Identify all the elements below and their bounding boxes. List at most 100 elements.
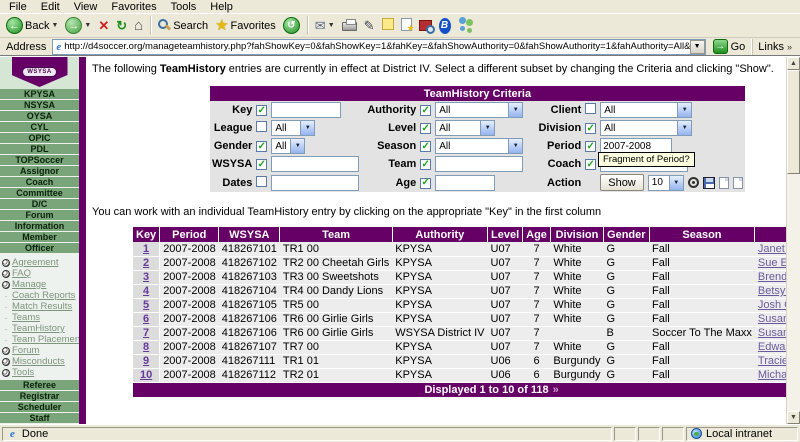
page-size-select[interactable]: 10▼ bbox=[648, 175, 684, 191]
record-icon[interactable] bbox=[688, 177, 699, 188]
sidebar-item-pdl[interactable]: PDL bbox=[0, 144, 79, 154]
link-team-placement[interactable]: Team Placement bbox=[12, 334, 83, 345]
sidebar-item-forum[interactable]: Forum bbox=[0, 210, 79, 220]
authority-checkbox[interactable]: ✓ bbox=[420, 105, 431, 116]
link-teams[interactable]: Teams bbox=[12, 312, 40, 323]
vertical-scrollbar[interactable]: ▲ ▼ bbox=[786, 57, 800, 424]
link-agreement[interactable]: Agreement bbox=[12, 257, 58, 268]
coach-link[interactable]: Brenda Tyner bbox=[758, 271, 786, 283]
refresh-button[interactable]: ↻ bbox=[113, 15, 130, 37]
discuss-button[interactable] bbox=[379, 15, 397, 37]
wsysa-input[interactable] bbox=[271, 156, 359, 172]
menu-favorites[interactable]: Favorites bbox=[104, 1, 163, 13]
authority-select[interactable]: All▼ bbox=[435, 102, 523, 118]
messenger-button[interactable] bbox=[455, 15, 478, 37]
sidebar-item-scheduler[interactable]: Scheduler bbox=[0, 402, 79, 412]
sidebar-item-officer[interactable]: Officer bbox=[0, 243, 79, 253]
coach-link[interactable]: Janet Ring bbox=[758, 243, 786, 255]
scroll-up-button[interactable]: ▲ bbox=[787, 57, 800, 70]
sidebar-item-committee[interactable]: Committee bbox=[0, 188, 79, 198]
coach-link[interactable]: Edward A Duarte bbox=[758, 341, 786, 353]
league-checkbox[interactable] bbox=[256, 121, 267, 132]
back-button[interactable]: ←Back▼ bbox=[3, 15, 61, 37]
division-select[interactable]: All▼ bbox=[600, 120, 692, 136]
coach-link[interactable]: Josh Chaffee bbox=[758, 299, 786, 311]
home-button[interactable]: ⌂ bbox=[131, 15, 146, 37]
age-checkbox[interactable]: ✓ bbox=[420, 178, 431, 189]
sidebar-item-coach[interactable]: Coach bbox=[0, 177, 79, 187]
print-button[interactable] bbox=[339, 15, 360, 37]
links-button[interactable]: Links » bbox=[752, 39, 797, 55]
messenger-star-button[interactable] bbox=[398, 15, 415, 37]
sidebar-item-opic[interactable]: OPIC bbox=[0, 133, 79, 143]
key-link[interactable]: 4 bbox=[143, 285, 149, 297]
age-input[interactable] bbox=[435, 175, 495, 191]
coach-link[interactable]: Susanne M McGill bbox=[758, 327, 786, 339]
key-link[interactable]: 8 bbox=[143, 341, 149, 353]
link-forum[interactable]: Forum bbox=[12, 345, 39, 356]
coach-link[interactable]: Tracie Lynn Barry bbox=[758, 355, 786, 367]
division-checkbox[interactable]: ✓ bbox=[585, 123, 596, 134]
sidebar-item-topsoccer[interactable]: TOPSoccer bbox=[0, 155, 79, 165]
key-link[interactable]: 2 bbox=[143, 257, 149, 269]
link-teamhistory[interactable]: TeamHistory bbox=[12, 323, 65, 334]
export-icon[interactable] bbox=[719, 177, 729, 189]
coach-link[interactable]: Sue Erickson bbox=[758, 257, 786, 269]
key-link[interactable]: 6 bbox=[143, 313, 149, 325]
show-button[interactable]: Show bbox=[600, 174, 644, 191]
dates-checkbox[interactable] bbox=[256, 176, 267, 187]
season-checkbox[interactable]: ✓ bbox=[420, 141, 431, 152]
link-misconducts[interactable]: Misconducts bbox=[12, 356, 65, 367]
go-button[interactable]: → Go bbox=[709, 39, 750, 54]
history-button[interactable]: ↺ bbox=[280, 15, 303, 37]
team-input[interactable] bbox=[435, 156, 523, 172]
link-tools[interactable]: Tools bbox=[12, 367, 34, 378]
coach-checkbox[interactable]: ✓ bbox=[585, 159, 596, 170]
sidebar-item-staff[interactable]: Staff bbox=[0, 413, 79, 423]
save-icon[interactable] bbox=[703, 177, 715, 189]
coach-link[interactable]: Betsy Bohlmann bbox=[758, 285, 786, 297]
link-manage[interactable]: Manage bbox=[12, 279, 46, 290]
menu-edit[interactable]: Edit bbox=[34, 1, 67, 13]
coach-link[interactable]: Michael K DeLay bbox=[758, 369, 786, 381]
sidebar-item-oysa[interactable]: OYSA bbox=[0, 111, 79, 121]
menu-view[interactable]: View bbox=[67, 1, 105, 13]
team-checkbox[interactable]: ✓ bbox=[420, 159, 431, 170]
key-link[interactable]: 1 bbox=[143, 243, 149, 255]
gender-checkbox[interactable]: ✓ bbox=[256, 141, 267, 152]
scrollbar-thumb[interactable] bbox=[787, 70, 800, 174]
favorites-button[interactable]: ★Favorites bbox=[212, 15, 279, 37]
gender-select[interactable]: All▼ bbox=[271, 138, 305, 154]
menu-help[interactable]: Help bbox=[203, 1, 240, 13]
dates-input[interactable] bbox=[271, 175, 359, 191]
client-checkbox[interactable] bbox=[585, 103, 596, 114]
key-link[interactable]: 10 bbox=[140, 369, 152, 381]
forward-button[interactable]: →▼ bbox=[62, 15, 94, 37]
sidebar-item-referee[interactable]: Referee bbox=[0, 380, 79, 390]
coach-link[interactable]: Susanne M McGill bbox=[758, 313, 786, 325]
report-icon[interactable] bbox=[733, 177, 743, 189]
period-checkbox[interactable]: ✓ bbox=[585, 141, 596, 152]
next-page-icon[interactable]: » bbox=[553, 384, 559, 396]
link-coach-reports[interactable]: Coach Reports bbox=[12, 290, 75, 301]
link-match-results[interactable]: Match Results bbox=[12, 301, 72, 312]
sidebar-item-registrar[interactable]: Registrar bbox=[0, 391, 79, 401]
key-link[interactable]: 5 bbox=[143, 299, 149, 311]
link-faq[interactable]: FAQ bbox=[12, 268, 31, 279]
address-input[interactable] bbox=[64, 41, 689, 53]
mail-button[interactable]: ✉▼ bbox=[312, 15, 338, 37]
stop-button[interactable]: ✕ bbox=[95, 15, 112, 37]
level-select[interactable]: All▼ bbox=[435, 120, 495, 136]
sidebar-item-d-c[interactable]: D/C bbox=[0, 199, 79, 209]
search-button[interactable]: Search bbox=[155, 15, 211, 37]
season-select[interactable]: All▼ bbox=[435, 138, 523, 154]
address-dropdown-button[interactable]: ▼ bbox=[690, 40, 705, 54]
key-link[interactable]: 7 bbox=[143, 327, 149, 339]
client-select[interactable]: All▼ bbox=[600, 102, 692, 118]
menu-tools[interactable]: Tools bbox=[164, 1, 204, 13]
research-button[interactable] bbox=[416, 15, 435, 37]
bluetooth-button[interactable]: B bbox=[436, 15, 454, 37]
sidebar-item-member[interactable]: Member bbox=[0, 232, 79, 242]
key-checkbox[interactable]: ✓ bbox=[256, 105, 267, 116]
level-checkbox[interactable]: ✓ bbox=[420, 123, 431, 134]
